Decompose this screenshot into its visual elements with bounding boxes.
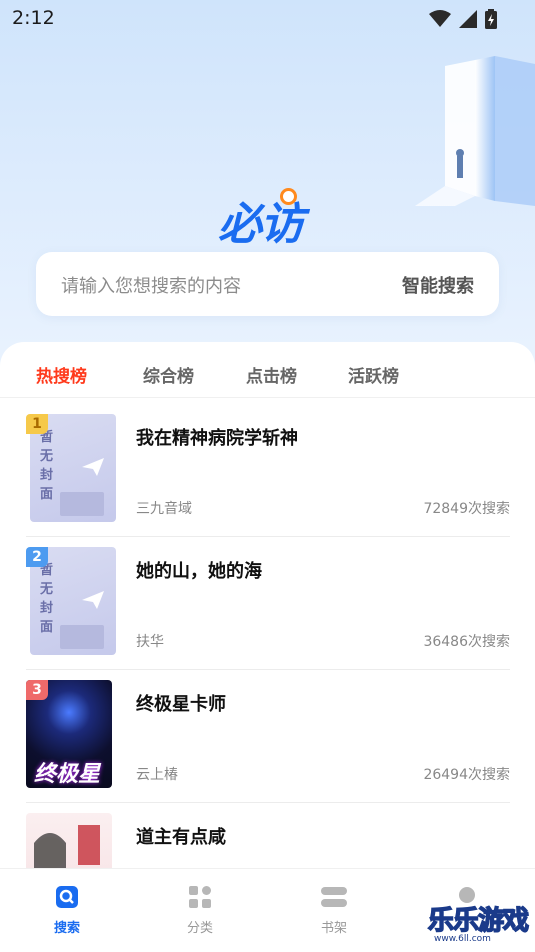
book-author: 三九音域 xyxy=(136,501,192,517)
book-title[interactable]: 她的山，她的海 xyxy=(136,557,262,583)
logo-text: 必访 xyxy=(218,199,304,250)
battery-icon xyxy=(485,9,497,33)
status-time: 2:12 xyxy=(12,7,55,29)
ranking-panel: 热搜榜 综合榜 点击榜 活跃榜 暂无封面 1 我在精神病院学斩神 三九音域 72… xyxy=(0,342,535,868)
ranking-tabs: 热搜榜 综合榜 点击榜 活跃榜 xyxy=(0,362,535,394)
book-title[interactable]: 我在精神病院学斩神 xyxy=(136,424,298,450)
nav-label: 分类 xyxy=(186,921,213,936)
hero-header: 2:12 必访 请输入您想搜索的内容 智能搜索 xyxy=(0,0,535,380)
cover-illustration-icon xyxy=(34,825,100,868)
watermark-text: 乐乐游戏 xyxy=(427,905,530,937)
nav-label: 搜索 xyxy=(53,921,80,936)
search-count: 36486次搜索 xyxy=(423,634,510,650)
list-item[interactable]: 道主有点咸 xyxy=(26,813,510,868)
box-icon xyxy=(60,492,104,516)
rank-badge: 1 xyxy=(26,414,48,434)
cover-title-text: 终极星卡师 xyxy=(34,762,101,787)
nav-category[interactable]: 分类 xyxy=(165,885,235,936)
book-title[interactable]: 终极星卡师 xyxy=(136,690,226,716)
tab-divider xyxy=(0,397,535,398)
tab-clicks[interactable]: 点击榜 xyxy=(246,362,297,387)
watermark-logo: 乐乐游戏 www.6ll.com xyxy=(420,890,535,951)
wifi-icon xyxy=(429,10,451,32)
book-title[interactable]: 道主有点咸 xyxy=(136,823,226,849)
signal-icon xyxy=(459,10,477,32)
book-author: 云上椿 xyxy=(136,767,178,783)
tab-hot-search[interactable]: 热搜榜 xyxy=(36,362,87,387)
paper-plane-icon xyxy=(82,591,104,609)
divider xyxy=(26,669,510,670)
no-cover-text: 暂无封面 xyxy=(40,430,54,502)
book-author: 扶华 xyxy=(136,634,164,650)
tab-overall[interactable]: 综合榜 xyxy=(143,362,194,387)
book-cover-image xyxy=(26,813,112,868)
box-icon xyxy=(60,625,104,649)
logo-dot-icon xyxy=(280,188,297,205)
nav-search[interactable]: 搜索 xyxy=(32,885,102,936)
category-icon xyxy=(189,886,211,908)
tab-active[interactable]: 活跃榜 xyxy=(348,362,399,387)
no-cover-text: 暂无封面 xyxy=(40,563,54,635)
list-item[interactable]: 暂无封面 1 我在精神病院学斩神 三九音域 72849次搜索 xyxy=(26,414,510,537)
search-bar[interactable]: 请输入您想搜索的内容 智能搜索 xyxy=(36,252,499,316)
app-logo: 必访 xyxy=(218,188,318,250)
list-item[interactable]: 暂无封面 2 她的山，她的海 扶华 36486次搜索 xyxy=(26,547,510,670)
search-icon xyxy=(56,886,78,908)
rank-badge: 3 xyxy=(26,680,48,700)
smart-search-button[interactable]: 智能搜索 xyxy=(402,272,474,298)
search-count: 72849次搜索 xyxy=(423,501,510,517)
divider xyxy=(26,536,510,537)
search-input[interactable]: 请输入您想搜索的内容 xyxy=(61,272,241,298)
nav-bookshelf[interactable]: 书架 xyxy=(299,885,369,936)
rank-badge: 2 xyxy=(26,547,48,567)
nav-label: 书架 xyxy=(320,921,347,936)
status-bar: 2:12 xyxy=(0,0,535,38)
list-item[interactable]: 终极星卡师 3 终极星卡师 云上椿 26494次搜索 xyxy=(26,680,510,803)
door-illustration-icon xyxy=(415,56,535,206)
divider xyxy=(26,802,510,803)
bookshelf-icon xyxy=(321,887,347,907)
watermark-url: www.6ll.com xyxy=(434,934,491,944)
search-count: 26494次搜索 xyxy=(423,767,510,783)
paper-plane-icon xyxy=(82,458,104,476)
